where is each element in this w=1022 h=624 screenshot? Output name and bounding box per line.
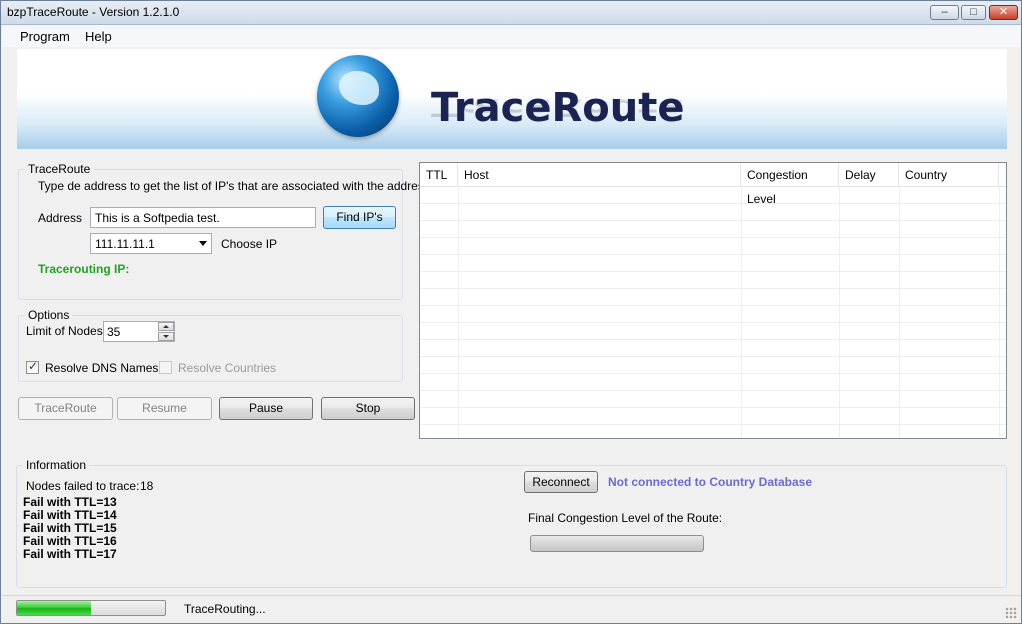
- tracerouting-ip-label: Tracerouting IP:: [38, 262, 130, 276]
- resolve-countries-checkbox[interactable]: [159, 361, 172, 374]
- menu-program[interactable]: Program: [20, 29, 70, 44]
- banner-title-reflection: TraceRoute: [431, 93, 685, 121]
- spin-up-button[interactable]: [158, 322, 174, 331]
- column-header-host[interactable]: Host: [458, 163, 741, 187]
- window-title: bzpTraceRoute - Version 1.2.1.0: [7, 5, 180, 19]
- column-header-delay[interactable]: Delay: [839, 163, 899, 187]
- results-table-body: [420, 187, 1006, 438]
- address-label: Address: [38, 211, 83, 225]
- country-db-status: Not connected to Country Database: [608, 475, 813, 489]
- choose-ip-label: Choose IP: [221, 237, 278, 251]
- column-header-ttl[interactable]: TTL: [420, 163, 458, 187]
- chevron-down-icon: [199, 241, 207, 246]
- results-table-header: TTL Host Congestion Level Delay Country: [420, 163, 1006, 206]
- close-button[interactable]: ✕: [989, 5, 1018, 20]
- arrow-down-icon: [163, 335, 169, 338]
- grid-divider: [839, 187, 840, 438]
- nodes-failed-count: 18: [140, 479, 154, 493]
- results-table[interactable]: TTL Host Congestion Level Delay Country: [419, 162, 1007, 439]
- menu-bar: Program Help: [2, 25, 1021, 47]
- minimize-icon: –: [941, 6, 948, 18]
- failure-line: Fail with TTL=16: [23, 534, 117, 548]
- ip-dropdown-value: 111.11.11.1: [95, 237, 155, 251]
- trace-progress-fill: [17, 601, 91, 615]
- traceroute-button[interactable]: TraceRoute: [18, 397, 113, 420]
- title-bar[interactable]: bzpTraceRoute - Version 1.2.1.0 – □ ✕: [1, 1, 1021, 25]
- menu-help[interactable]: Help: [85, 29, 112, 44]
- options-legend: Options: [28, 308, 70, 322]
- maximize-button[interactable]: □: [961, 5, 986, 20]
- resize-grip-icon[interactable]: [1005, 607, 1017, 619]
- pause-button[interactable]: Pause: [219, 397, 313, 420]
- failure-line: Fail with TTL=13: [23, 495, 117, 509]
- status-text: TraceRouting...: [184, 602, 266, 616]
- resume-button[interactable]: Resume: [117, 397, 212, 420]
- grid-divider: [999, 187, 1000, 438]
- ip-dropdown[interactable]: 111.11.11.1: [90, 233, 212, 254]
- app-window: bzpTraceRoute - Version 1.2.1.0 – □ ✕ Pr…: [0, 0, 1022, 624]
- close-icon: ✕: [998, 6, 1009, 18]
- trace-progress-bar: [16, 600, 166, 616]
- failure-line: Fail with TTL=15: [23, 521, 117, 535]
- failure-line: Fail with TTL=14: [23, 508, 117, 522]
- find-ips-button[interactable]: Find IP's: [323, 206, 396, 229]
- final-congestion-bar: [530, 535, 704, 552]
- maximize-icon: □: [970, 6, 977, 18]
- resolve-countries-label[interactable]: Resolve Countries: [178, 361, 276, 375]
- resolve-dns-label[interactable]: Resolve DNS Names: [45, 361, 158, 375]
- grid-divider: [458, 187, 459, 438]
- information-legend: Information: [26, 458, 87, 472]
- information-group: Information: [16, 458, 1007, 588]
- grid-divider: [741, 187, 742, 438]
- limit-of-nodes-label: Limit of Nodes: [26, 324, 103, 338]
- traceroute-legend: TraceRoute: [28, 162, 91, 176]
- address-input[interactable]: This is a Softpedia test.: [90, 207, 316, 228]
- resolve-dns-checkbox[interactable]: [26, 359, 39, 374]
- grid-divider: [899, 187, 900, 438]
- failure-line: Fail with TTL=17: [23, 547, 117, 561]
- final-congestion-label: Final Congestion Level of the Route:: [528, 511, 723, 525]
- column-header-country[interactable]: Country: [899, 163, 999, 187]
- reconnect-button[interactable]: Reconnect: [524, 471, 598, 493]
- nodes-failed-label: Nodes failed to trace:: [26, 479, 140, 493]
- address-description: Type de address to get the list of IP's …: [38, 179, 430, 193]
- arrow-up-icon: [163, 325, 169, 328]
- column-header-congestion[interactable]: Congestion Level: [741, 163, 839, 206]
- minimize-button[interactable]: –: [930, 5, 959, 20]
- header-banner: TraceRoute TraceRoute: [17, 49, 1007, 149]
- spin-down-button[interactable]: [158, 332, 174, 341]
- stop-button[interactable]: Stop: [321, 397, 415, 420]
